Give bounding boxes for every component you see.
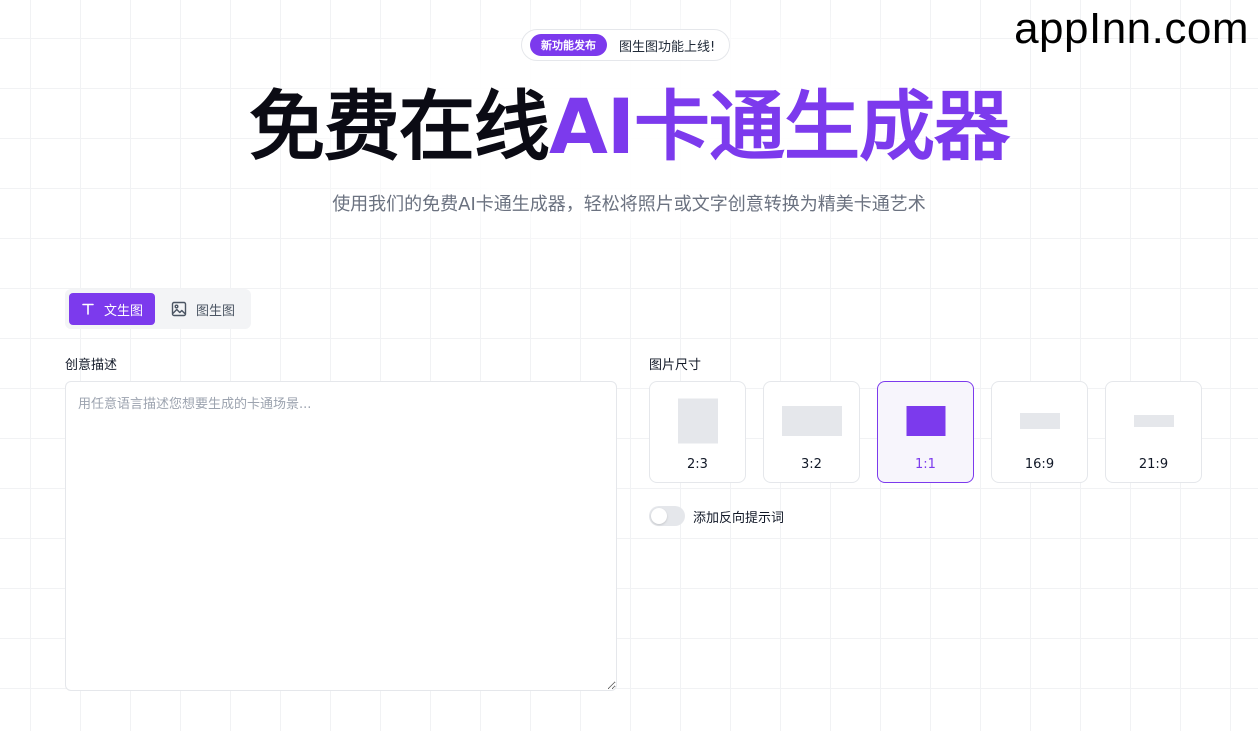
announcement-message: 图生图功能上线! xyxy=(619,39,716,55)
image-size-options: 2:3 3:2 1:1 16:9 21:9 xyxy=(649,381,1202,483)
announcement-badge: 新功能发布 xyxy=(530,34,607,56)
tab-text-to-image[interactable]: 文生图 xyxy=(69,293,156,325)
tab-text-to-image-label: 文生图 xyxy=(104,303,144,319)
tab-image-to-image-label: 图生图 xyxy=(196,303,236,319)
image-icon xyxy=(171,301,187,317)
negative-prompt-label: 添加反向提示词 xyxy=(693,510,785,526)
aspect-preview-1-1 xyxy=(906,406,945,436)
text-t-icon xyxy=(81,302,95,316)
prompt-input[interactable] xyxy=(65,381,617,691)
image-size-label: 图片尺寸 xyxy=(649,358,702,373)
negative-prompt-toggle[interactable] xyxy=(649,506,685,526)
size-option-label: 21:9 xyxy=(1138,457,1169,472)
size-option-3-2[interactable]: 3:2 xyxy=(763,381,860,483)
size-option-2-3[interactable]: 2:3 xyxy=(649,381,746,483)
page-title-accent: AI卡通生成器 xyxy=(548,82,1010,171)
toggle-knob xyxy=(651,508,667,524)
watermark: appInn.com xyxy=(1014,4,1249,53)
negative-prompt-row: 添加反向提示词 xyxy=(649,506,784,526)
tab-image-to-image[interactable]: 图生图 xyxy=(159,293,247,325)
aspect-preview-2-3 xyxy=(677,398,718,444)
size-option-21-9[interactable]: 21:9 xyxy=(1105,381,1202,483)
size-option-16-9[interactable]: 16:9 xyxy=(991,381,1088,483)
size-option-label: 1:1 xyxy=(915,457,936,472)
page-subtitle: 使用我们的免费AI卡通生成器，轻松将照片或文字创意转换为精美卡通艺术 xyxy=(332,194,926,215)
aspect-preview-21-9 xyxy=(1133,415,1174,427)
size-option-label: 2:3 xyxy=(687,457,708,472)
size-option-label: 16:9 xyxy=(1024,457,1055,472)
page-title: 免费在线AI卡通生成器 xyxy=(0,82,1258,172)
prompt-label: 创意描述 xyxy=(65,358,118,373)
aspect-preview-16-9 xyxy=(1019,413,1060,429)
announcement-banner[interactable]: 新功能发布 图生图功能上线! xyxy=(521,29,731,61)
mode-tabs: 文生图 图生图 xyxy=(65,289,252,329)
aspect-preview-3-2 xyxy=(781,406,842,436)
page-title-dark: 免费在线 xyxy=(248,82,550,171)
size-option-label: 3:2 xyxy=(801,457,822,472)
size-option-1-1[interactable]: 1:1 xyxy=(877,381,974,483)
